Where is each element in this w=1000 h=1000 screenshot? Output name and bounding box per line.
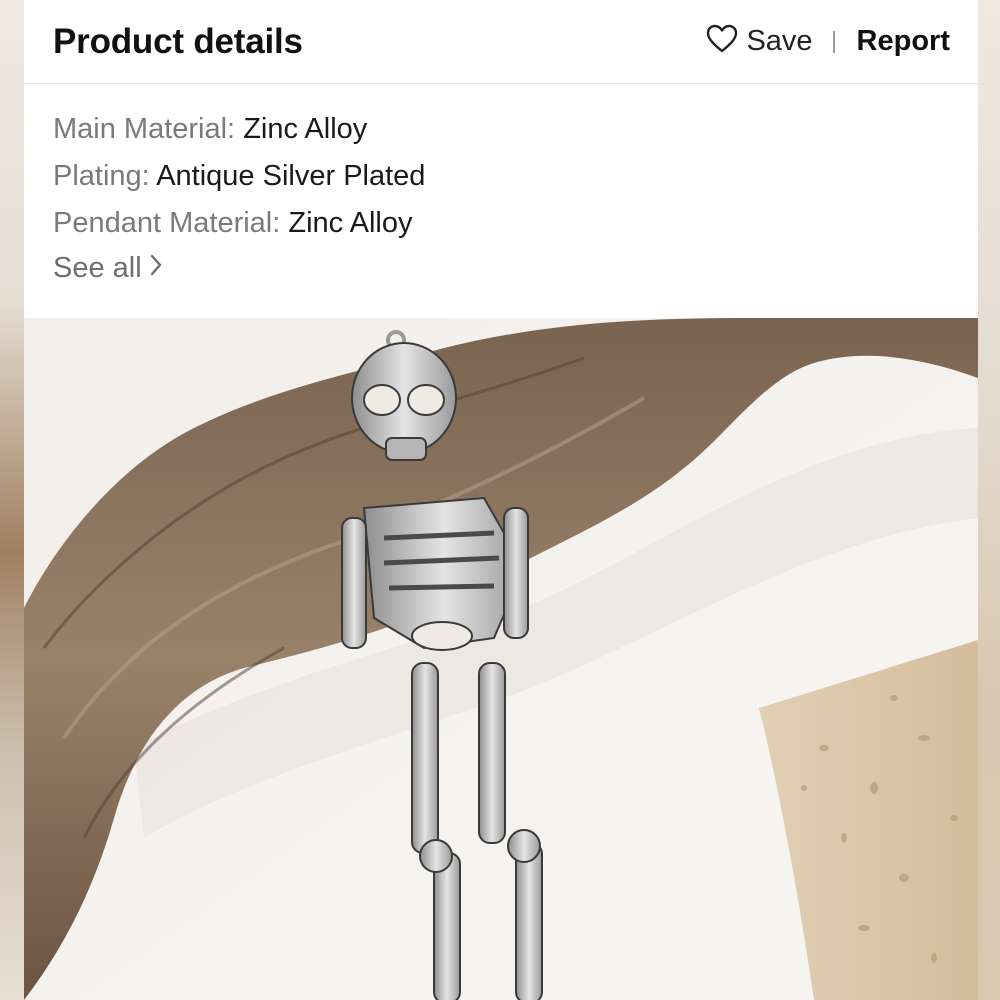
skeleton-pendant-photo (24, 318, 978, 1000)
attribute-key: Plating: (53, 160, 150, 192)
attribute-value: Antique Silver Plated (156, 160, 426, 192)
attribute-row-main-material: Main Material: Zinc Alloy (53, 106, 949, 153)
header-divider (832, 30, 835, 53)
see-all-link[interactable]: See all (53, 252, 949, 285)
chevron-right-icon (142, 252, 164, 285)
product-details-card: Product details Save Report Main Materia… (24, 0, 978, 318)
product-details-header: Product details Save Report (24, 0, 978, 84)
header-actions: Save Report (706, 24, 950, 59)
attribute-row-plating: Plating: Antique Silver Plated (53, 153, 949, 200)
product-image[interactable] (24, 318, 978, 1000)
page-title: Product details (53, 21, 303, 61)
heart-icon (706, 24, 746, 59)
attribute-value: Zinc Alloy (243, 113, 368, 145)
attribute-list: Main Material: Zinc Alloy Plating: Antiq… (24, 84, 978, 285)
save-label: Save (746, 25, 813, 57)
attribute-value: Zinc Alloy (288, 207, 413, 239)
attribute-row-pendant-material: Pendant Material: Zinc Alloy (53, 200, 949, 247)
report-button[interactable]: Report (857, 25, 950, 58)
see-all-label: See all (53, 252, 142, 284)
background-blur-left (0, 0, 24, 1000)
background-blur-right (976, 0, 1000, 1000)
attribute-key: Pendant Material: (53, 207, 281, 239)
save-button[interactable]: Save (706, 24, 813, 59)
attribute-key: Main Material: (53, 113, 236, 145)
